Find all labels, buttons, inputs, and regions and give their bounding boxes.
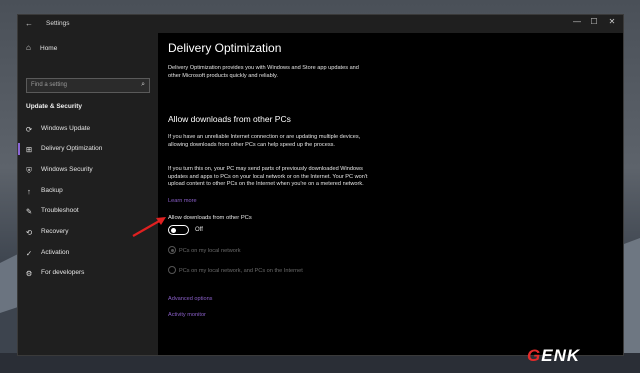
toggle-knob — [171, 227, 176, 233]
page-title: Delivery Optimization — [168, 41, 282, 55]
sidebar-item-label: Backup — [41, 187, 63, 194]
backup-icon: ↑ — [27, 187, 31, 196]
search-input[interactable]: Find a setting ⌕ — [26, 78, 150, 93]
radio-local-and-internet[interactable] — [168, 266, 176, 274]
check-circle-icon: ✓ — [25, 249, 33, 258]
sidebar-item-label: Delivery Optimization — [41, 145, 103, 152]
sidebar-item-label: Activation — [41, 249, 70, 256]
recovery-icon: ⟲ — [25, 228, 33, 237]
shield-icon: ⛨ — [26, 166, 32, 175]
developer-icon: ⚙ — [25, 269, 33, 278]
sidebar-item-activation[interactable]: ✓ Activation — [18, 243, 158, 263]
back-arrow-icon[interactable]: ← — [25, 19, 33, 28]
window-title: Settings — [46, 20, 70, 27]
sidebar-item-label: For developers — [41, 269, 85, 276]
sidebar-item-windows-update[interactable]: ⟳ Windows Update — [18, 119, 158, 139]
section-heading: Allow downloads from other PCs — [168, 114, 291, 124]
sidebar-item-backup[interactable]: ↑ Backup — [18, 181, 158, 201]
sync-icon: ⟳ — [25, 125, 33, 134]
delivery-icon: ⊞ — [25, 145, 33, 154]
genk-watermark-logo: GENK — [527, 346, 580, 366]
home-icon: ⌂ — [26, 43, 31, 52]
settings-window: ← Settings — ☐ ✕ ⌂ Home Find a setting ⌕ … — [17, 14, 624, 356]
description-paragraph-2: If you turn this on, your PC may send pa… — [168, 166, 368, 187]
advanced-options-link[interactable]: Advanced options — [168, 296, 212, 302]
toggle-label: Allow downloads from other PCs — [168, 215, 252, 221]
radio-local-and-internet-label: PCs on my local network, and PCs on the … — [179, 268, 303, 274]
sidebar: ⌂ Home Find a setting ⌕ Update & Security… — [18, 33, 158, 355]
search-placeholder: Find a setting — [31, 82, 68, 88]
toggle-state: Off — [195, 227, 203, 233]
sidebar-item-label: Troubleshoot — [41, 207, 79, 214]
radio-local-network[interactable] — [168, 246, 176, 254]
home-label: Home — [40, 45, 58, 52]
sidebar-item-home[interactable]: ⌂ Home — [26, 43, 57, 52]
radio-local-network-label: PCs on my local network — [179, 248, 241, 254]
close-button[interactable]: ✕ — [601, 17, 623, 26]
watermark-prefix: G — [527, 346, 542, 365]
main-content: Delivery Optimization Delivery Optimizat… — [158, 33, 623, 355]
wrench-icon: ✎ — [25, 207, 33, 216]
allow-downloads-toggle[interactable] — [168, 225, 189, 235]
active-indicator — [18, 143, 20, 155]
description-paragraph-1: If you have an unreliable Internet conne… — [168, 134, 361, 148]
learn-more-link[interactable]: Learn more — [168, 198, 197, 204]
sidebar-item-label: Windows Update — [41, 125, 91, 132]
activity-monitor-link[interactable]: Activity monitor — [168, 312, 206, 318]
watermark-rest: ENK — [541, 346, 581, 365]
sidebar-item-label: Windows Security — [41, 166, 93, 173]
sidebar-item-for-developers[interactable]: ⚙ For developers — [18, 263, 158, 283]
sidebar-item-delivery-optimization[interactable]: ⊞ Delivery Optimization — [18, 139, 158, 159]
red-arrow-annotation — [132, 217, 166, 237]
search-icon: ⌕ — [141, 81, 145, 88]
sidebar-item-label: Recovery — [41, 228, 69, 235]
sidebar-section-title: Update & Security — [26, 103, 82, 110]
title-bar: ← Settings — ☐ ✕ — [18, 15, 623, 33]
intro-text: Delivery Optimization provides you with … — [168, 65, 359, 79]
sidebar-item-windows-security[interactable]: ⛨ Windows Security — [18, 160, 158, 180]
